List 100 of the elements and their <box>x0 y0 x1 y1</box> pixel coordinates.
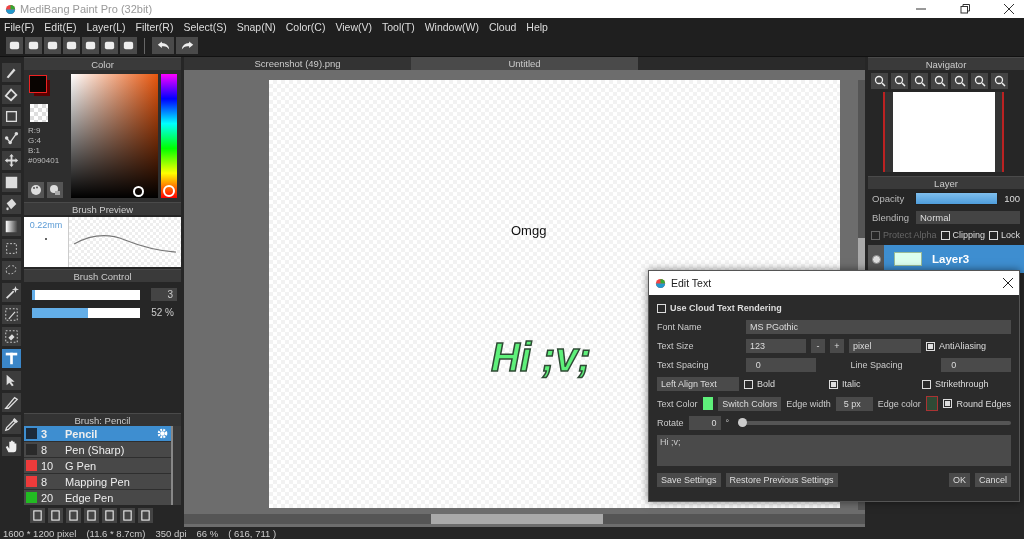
tool-button[interactable] <box>1 85 21 104</box>
tool-button[interactable] <box>1 107 21 126</box>
magic-wand-icon <box>3 285 19 300</box>
hue-handle[interactable] <box>163 185 175 197</box>
unit-dropdown[interactable]: pixel <box>849 339 921 353</box>
menu-item[interactable]: Window(W) <box>424 20 479 33</box>
slider-track[interactable] <box>32 289 140 300</box>
rotate-field[interactable]: 0 <box>688 416 721 430</box>
hex-value: #090401 <box>28 156 61 166</box>
edge-width-field[interactable]: 5 px <box>835 396 873 411</box>
layer-option-checkbox[interactable]: Lock <box>989 230 1021 240</box>
text-size-field[interactable]: 123 <box>746 339 806 353</box>
dialog-button[interactable]: Save Settings <box>657 473 721 487</box>
navigator-button[interactable] <box>871 73 888 89</box>
dialog-button[interactable]: Restore Previous Settings <box>725 473 838 487</box>
decrease-button[interactable]: - <box>811 339 825 353</box>
close-icon[interactable] <box>1004 4 1014 14</box>
picker-handle[interactable] <box>133 186 144 197</box>
tool-button[interactable] <box>1 129 21 148</box>
text-input[interactable]: Hi ;v; <box>657 435 1011 466</box>
tool-button[interactable] <box>1 393 21 412</box>
layer-name: Layer3 <box>932 253 970 265</box>
hue-slider[interactable] <box>161 74 177 198</box>
menu-item[interactable]: View(V) <box>335 20 372 33</box>
tool-button[interactable] <box>1 283 21 302</box>
line-spacing-field[interactable]: 0 <box>941 358 1011 372</box>
tool-button[interactable] <box>1 415 21 434</box>
brush-list-item[interactable]: 20 Edge Pen <box>24 490 171 505</box>
brush-list-item[interactable]: 8 Pen (Sharp) <box>24 442 171 457</box>
app-logo-icon <box>5 3 16 15</box>
bold-checkbox[interactable]: Bold <box>744 379 824 389</box>
palette-button[interactable] <box>28 182 44 198</box>
close-icon[interactable] <box>1003 278 1013 288</box>
canvas-text: Omgg <box>511 223 547 238</box>
antialiasing-checkbox[interactable]: AntiAliasing <box>926 341 987 351</box>
tool-button[interactable] <box>1 63 21 82</box>
slider-thumb[interactable] <box>738 418 748 427</box>
menu-item[interactable]: Layer(L) <box>86 20 126 33</box>
palette-settings-button[interactable] <box>47 182 63 198</box>
round-edges-checkbox[interactable]: Round Edges <box>943 398 1011 409</box>
tool-button[interactable] <box>1 217 21 236</box>
font-dropdown[interactable]: MS PGothic <box>746 320 1011 334</box>
dialog-button[interactable]: Cancel <box>975 473 1011 487</box>
dialog-button[interactable]: OK <box>948 473 970 487</box>
tool-button[interactable] <box>1 173 21 192</box>
menu-item[interactable]: Cloud <box>488 20 517 33</box>
paint-bucket-icon <box>3 197 19 212</box>
hand-icon <box>3 439 19 454</box>
visibility-toggle[interactable] <box>868 245 884 273</box>
gear-icon[interactable] <box>157 428 168 439</box>
brush-name: Mapping Pen <box>65 475 130 488</box>
increase-button[interactable]: + <box>830 339 844 353</box>
filled-square-icon <box>3 175 19 190</box>
tool-button[interactable] <box>1 195 21 214</box>
field-label: Line Spacing <box>850 360 904 370</box>
horizontal-scrollbar[interactable] <box>184 514 865 524</box>
tool-button[interactable] <box>1 371 21 390</box>
rotate-slider[interactable] <box>738 421 1011 425</box>
foreground-color-swatch[interactable] <box>29 75 47 93</box>
menu-item[interactable]: Snap(N) <box>236 20 276 33</box>
text-color-swatch[interactable] <box>702 397 714 410</box>
selection-pen-icon <box>3 307 19 322</box>
layer-item[interactable]: Layer3 <box>868 245 1024 273</box>
edge-color-swatch[interactable] <box>925 396 939 411</box>
brush-name: Pen (Sharp) <box>65 443 125 456</box>
menu-item[interactable]: Color(C) <box>285 20 326 33</box>
strikethrough-checkbox[interactable]: Strikethrough <box>922 379 989 389</box>
cloud-rendering-checkbox[interactable]: Use Cloud Text Rendering <box>657 303 782 313</box>
color-picker-square[interactable] <box>71 74 158 198</box>
layer-option-checkbox[interactable]: Clipping <box>940 230 986 240</box>
navigator-button[interactable] <box>931 73 948 89</box>
navigator-button[interactable] <box>891 73 908 89</box>
menu-item[interactable]: File(F) <box>4 20 35 33</box>
menu-item[interactable]: Filter(R) <box>135 20 174 33</box>
menu-item[interactable]: Select(S) <box>183 20 227 33</box>
scrollbar[interactable] <box>171 426 181 505</box>
menu-item[interactable]: Edit(E) <box>44 20 77 33</box>
menu-item[interactable]: Tool(T) <box>382 20 415 33</box>
opacity-slider[interactable] <box>916 193 998 204</box>
redo-arrow-icon <box>180 39 194 52</box>
restore-icon[interactable] <box>960 4 970 14</box>
switch-colors-button[interactable]: Switch Colors <box>718 396 782 411</box>
tool-button[interactable] <box>1 327 21 346</box>
undo-button[interactable] <box>152 37 174 54</box>
tool-button[interactable] <box>1 239 21 258</box>
alignment-dropdown[interactable]: Left Align Text <box>657 377 739 391</box>
tool-button[interactable] <box>1 349 21 368</box>
brush-list-item[interactable]: 10 G Pen <box>24 458 171 473</box>
redo-button[interactable] <box>176 37 198 54</box>
document-tab[interactable]: Screenshot (49).png <box>184 57 411 70</box>
document-tab[interactable]: Untitled <box>411 57 638 70</box>
tool-button[interactable] <box>1 437 21 456</box>
tool-button[interactable] <box>1 305 21 324</box>
slider-track[interactable] <box>32 307 140 318</box>
text-spacing-field[interactable]: 0 <box>745 358 816 372</box>
menu-item[interactable]: Help <box>526 20 548 33</box>
transparent-swatch[interactable] <box>30 104 48 122</box>
tool-button[interactable] <box>1 151 21 170</box>
blending-dropdown[interactable]: Normal <box>916 211 1020 224</box>
brush-list-item[interactable]: 8 Mapping Pen <box>24 474 171 489</box>
